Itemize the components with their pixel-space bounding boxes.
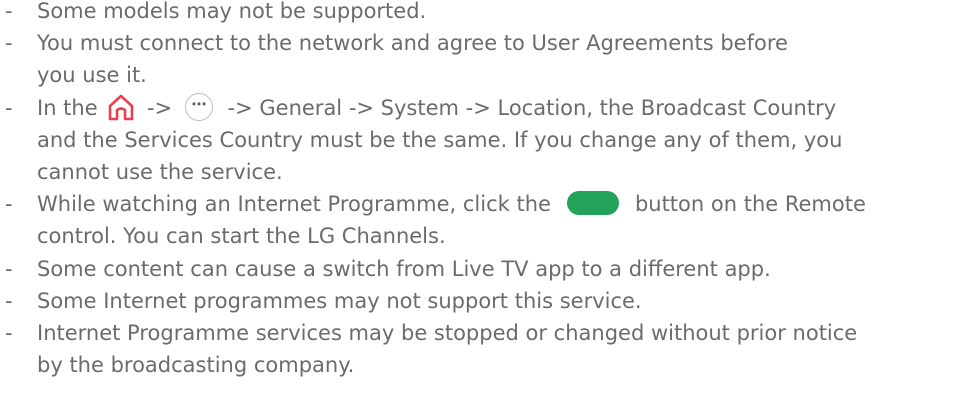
note-text: and the Services Country must be the sam… — [37, 127, 843, 152]
note-text: Some models may not be supported. — [37, 0, 427, 23]
note-text: -> — [140, 95, 179, 120]
bullet-dash: - — [5, 95, 13, 120]
note-text: by the broadcasting company. — [37, 353, 355, 378]
note-item: - While watching an Internet Programme, … — [0, 188, 971, 252]
note-text: While watching an Internet Programme, cl… — [37, 192, 551, 217]
note-text: Some content can cause a switch from Liv… — [37, 256, 771, 281]
note-item: - Some Internet programmes may not suppo… — [0, 285, 971, 317]
note-text: you use it. — [37, 63, 147, 88]
note-item: - Some models may not be supported. — [0, 0, 971, 27]
bullet-dash: - — [5, 288, 13, 313]
bullet-dash: - — [5, 192, 13, 217]
note-item: - Some content can cause a switch from L… — [0, 253, 971, 285]
bullet-dash: - — [5, 321, 13, 346]
note-text: Some Internet programmes may not support… — [37, 288, 642, 313]
bullet-dash: - — [5, 256, 13, 281]
note-text: You must connect to the network and agre… — [37, 31, 788, 56]
note-text: In the — [37, 95, 105, 120]
note-item: - In the -> ⋯ -> General -> System -> Lo… — [0, 92, 971, 189]
home-icon — [104, 92, 138, 122]
note-text: control. You can start the LG Channels. — [37, 224, 446, 249]
notes-list: - Some models may not be supported. - Yo… — [0, 0, 971, 381]
note-text: -> General -> System -> Location, the Br… — [220, 95, 837, 120]
more-icon: ⋯ — [184, 92, 213, 121]
bullet-dash: - — [5, 0, 13, 23]
green-button-icon — [566, 191, 619, 216]
note-text: button on the Remote — [634, 192, 866, 217]
note-item: - Internet Programme services may be sto… — [0, 317, 971, 381]
note-text: cannot use the service. — [37, 160, 283, 185]
bullet-dash: - — [5, 31, 13, 56]
note-text: Internet Programme services may be stopp… — [37, 321, 858, 346]
note-item: - You must connect to the network and ag… — [0, 27, 971, 91]
